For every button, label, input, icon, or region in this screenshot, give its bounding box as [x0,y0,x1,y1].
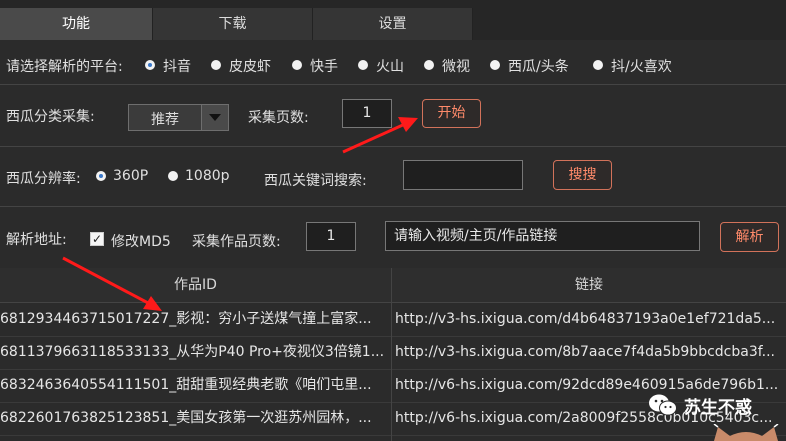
watermark: 苏生不惑 [640,386,786,441]
annotation-arrows [62,117,418,311]
annotation-arrow-table [62,256,162,311]
mascot-icon [713,424,779,441]
wechat-icon [649,394,677,416]
watermark-text: 苏生不惑 [684,398,752,418]
annotation-arrow-start [342,117,418,154]
